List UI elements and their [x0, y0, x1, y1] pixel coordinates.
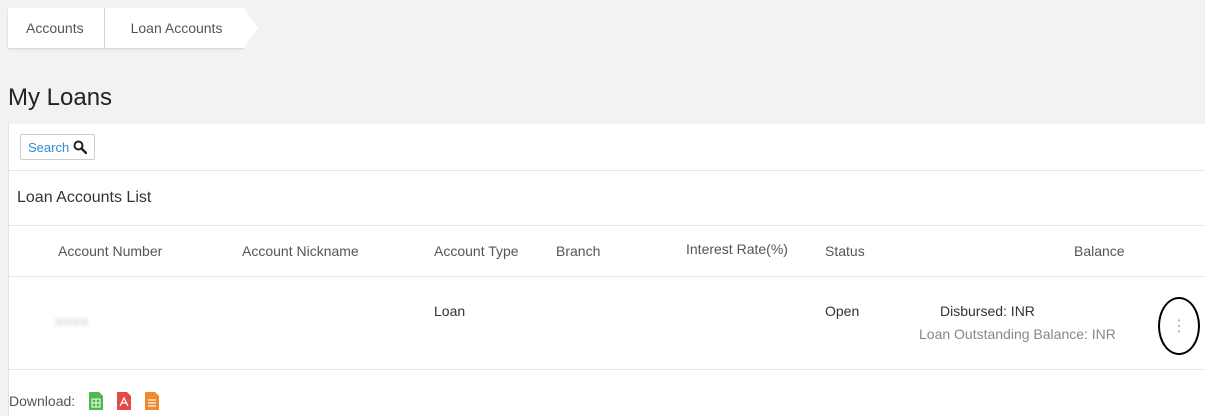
search-row: Search [9, 124, 1205, 171]
breadcrumb: Accounts Loan Accounts [8, 8, 259, 48]
loan-accounts-list-title: Loan Accounts List [9, 171, 1205, 226]
breadcrumb-loan-accounts: Loan Accounts [104, 8, 259, 48]
header-account-nickname: Account Nickname [242, 243, 359, 259]
download-bar: Download: [9, 392, 160, 410]
more-vertical-icon: ⋮ [1171, 318, 1187, 335]
table-row: ●●●● · Loan · Open Disbursed: INR Loan O… [9, 277, 1205, 370]
header-branch: Branch [556, 243, 601, 259]
header-interest-rate: Interest Rate(%) [686, 241, 788, 257]
csv-icon[interactable] [145, 392, 160, 410]
header-status: Status [825, 243, 865, 259]
search-button[interactable]: Search [20, 134, 96, 160]
download-label: Download: [9, 393, 76, 409]
row-actions-menu[interactable]: ⋮ [1158, 297, 1200, 355]
loans-panel: Search Loan Accounts List Account Number… [8, 124, 1205, 416]
status-cell: Open [825, 303, 860, 319]
breadcrumb-loan-accounts-label: Loan Accounts [130, 20, 223, 36]
account-type-cell: Loan [434, 303, 466, 319]
account-number-cell: ●●●● [55, 313, 89, 329]
account-nickname-cell: · [247, 291, 252, 307]
outstanding-balance-label: Loan Outstanding Balance: INR [919, 326, 1116, 342]
search-icon [73, 140, 88, 154]
breadcrumb-accounts-label: Accounts [26, 20, 84, 36]
disbursed-label: Disbursed: INR [940, 303, 1035, 319]
breadcrumb-accounts[interactable]: Accounts [8, 8, 105, 48]
header-balance: Balance [1074, 243, 1125, 259]
search-button-label: Search [28, 139, 70, 155]
page-title: My Loans [8, 84, 113, 111]
header-account-number: Account Number [58, 243, 163, 259]
header-account-type: Account Type [434, 243, 519, 259]
table-header: Account Number Account Nickname Account … [9, 226, 1205, 277]
branch-cell: · [601, 309, 606, 325]
pdf-icon[interactable] [117, 392, 132, 410]
excel-icon[interactable] [89, 392, 104, 410]
